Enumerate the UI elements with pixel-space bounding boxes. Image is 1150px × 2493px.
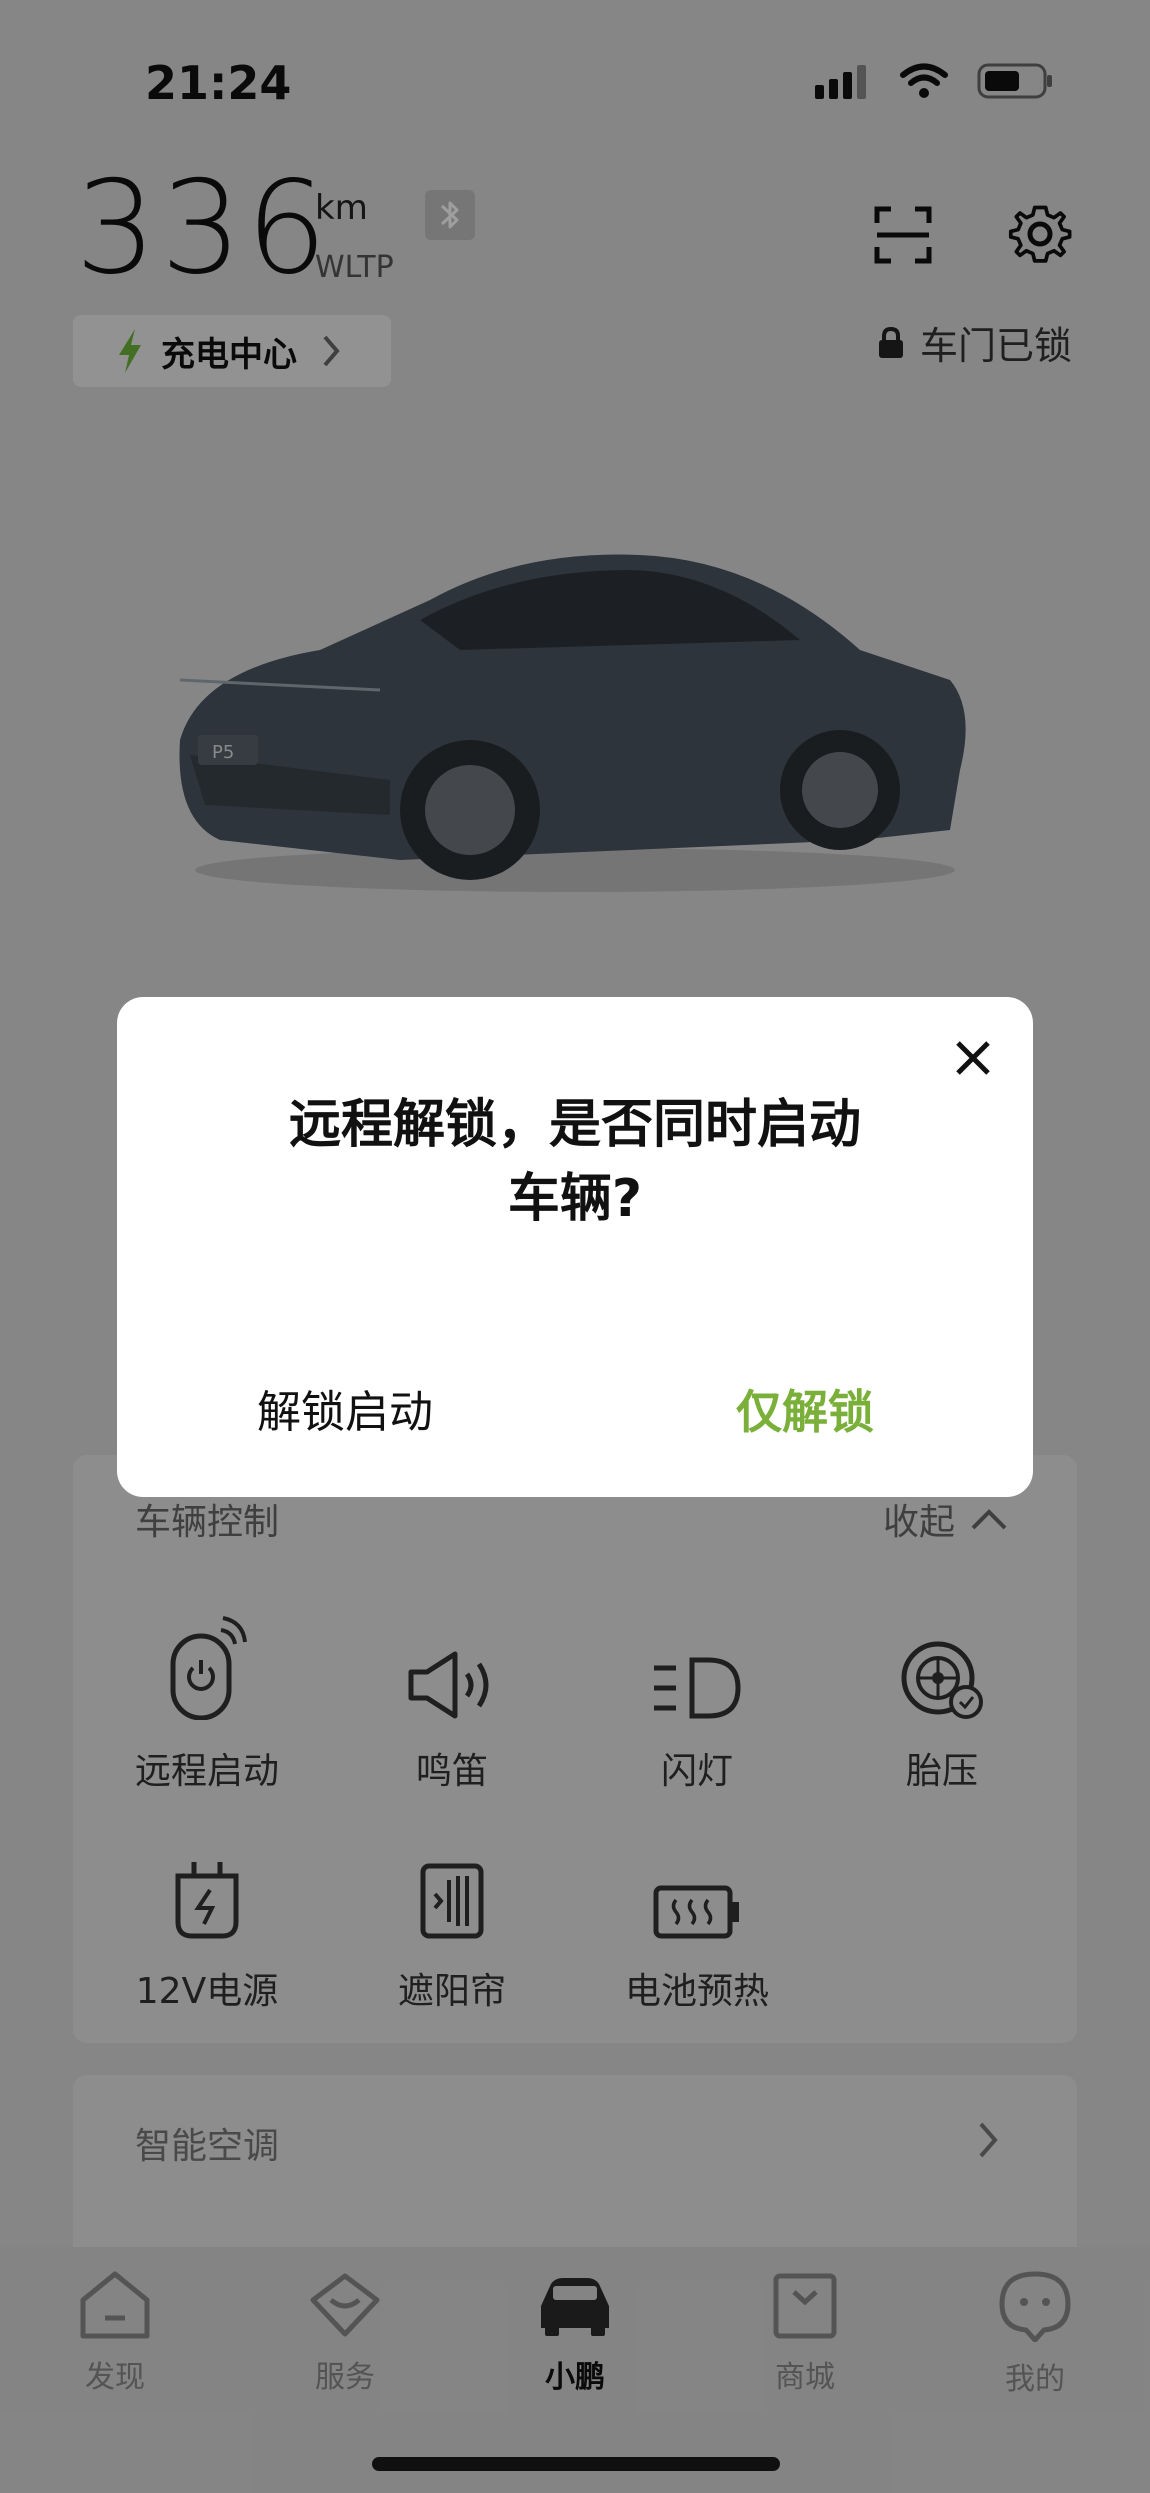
close-icon[interactable] [950,1035,996,1081]
unlock-and-start-button[interactable]: 解锁启动 [180,1375,510,1441]
dialog-title-line1: 远程解锁，是否同时启动 [288,1095,861,1155]
dialog-title-line2: 车辆? [507,1169,643,1229]
unlock-only-button[interactable]: 仅解锁 [660,1375,950,1443]
dialog-title: 远程解锁，是否同时启动 车辆? [117,1088,1033,1236]
